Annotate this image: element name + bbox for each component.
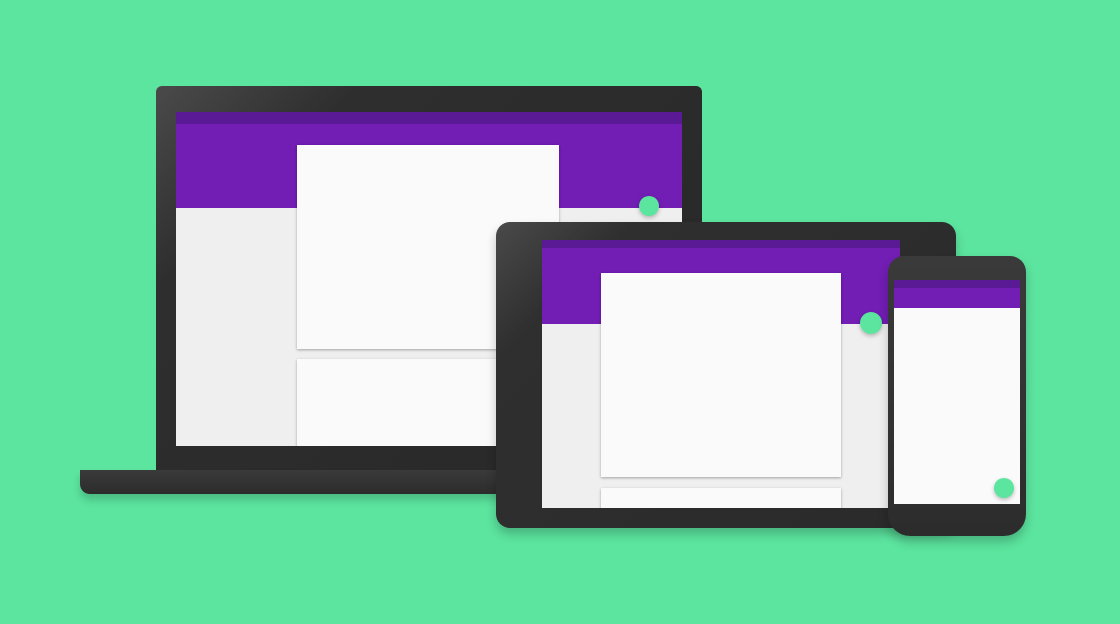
phone-app-bar [894, 288, 1020, 308]
tablet-fab-button[interactable] [860, 312, 882, 334]
laptop-status-bar [176, 112, 682, 124]
tablet-card-secondary [601, 488, 841, 508]
tablet-screen [542, 240, 900, 508]
laptop-fab-button[interactable] [639, 196, 659, 216]
phone-screen [894, 280, 1020, 504]
phone-status-bar [894, 280, 1020, 288]
phone-fab-button[interactable] [994, 478, 1014, 498]
tablet-status-bar [542, 240, 900, 248]
tablet-card-primary [601, 273, 841, 477]
